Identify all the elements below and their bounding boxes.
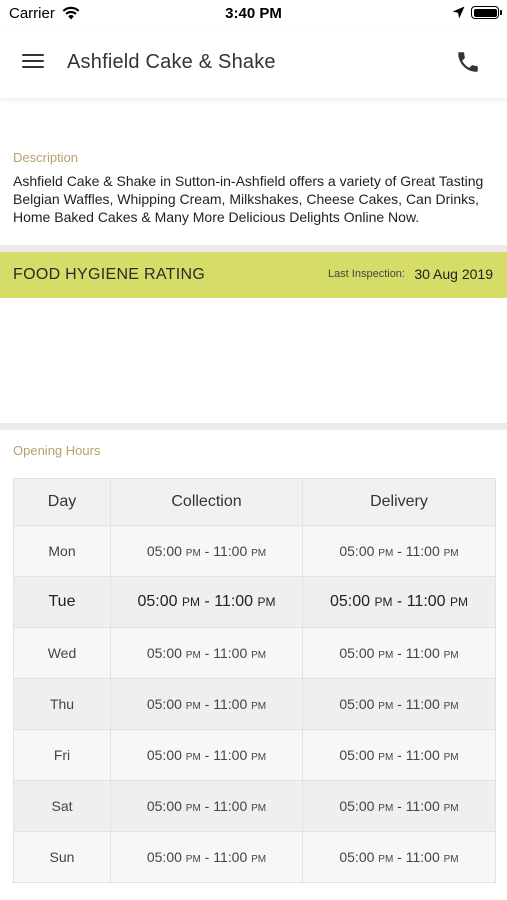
table-row: Mon 05:00 PM - 11:00 PM 05:00 PM - 11:00 P… [13, 525, 496, 577]
collection-hours-cell: 05:00 PM - 11:00 PM [110, 576, 303, 628]
food-hygiene-title: FOOD HYGIENE RATING [13, 266, 206, 283]
opening-hours-label: Opening Hours [13, 443, 101, 458]
day-cell: Wed [13, 627, 111, 679]
table-row: Thu 05:00 PM - 11:00 PM 05:00 PM - 11:00 P… [13, 678, 496, 730]
description-text: Ashfield Cake & Shake in Sutton-in-Ashfi… [13, 173, 484, 225]
table-row: Tue 05:00 PM - 11:00 PM 05:00 PM - 11:00 P… [13, 576, 496, 628]
day-cell: Sun [13, 831, 111, 883]
table-row: Sun 05:00 PM - 11:00 PM 05:00 PM - 11:00 P… [13, 831, 496, 883]
collection-hours-cell: 05:00 PM - 11:00 PM [110, 831, 303, 883]
table-row: Fri 05:00 PM - 11:00 PM 05:00 PM - 11:00 P… [13, 729, 496, 781]
column-header-day: Day [13, 478, 111, 526]
food-hygiene-bar: FOOD HYGIENE RATING Last Inspection: 30 … [0, 252, 507, 298]
day-cell: Tue [13, 576, 111, 628]
delivery-hours-cell: 05:00 PM - 11:00 PM [302, 831, 496, 883]
delivery-hours-cell: 05:00 PM - 11:00 PM [302, 525, 496, 577]
delivery-hours-cell: 05:00 PM - 11:00 PM [302, 576, 496, 628]
collection-hours-cell: 05:00 PM - 11:00 PM [110, 627, 303, 679]
table-row: Wed 05:00 PM - 11:00 PM 05:00 PM - 11:00 P… [13, 627, 496, 679]
day-cell: Thu [13, 678, 111, 730]
status-time: 3:40 PM [225, 5, 282, 22]
column-header-delivery: Delivery [302, 478, 496, 526]
page-title: Ashfield Cake & Shake [67, 51, 276, 73]
opening-hours-table: Day Collection Delivery Mon 05:00 PM - 11… [13, 478, 496, 883]
location-arrow-icon [452, 6, 465, 19]
delivery-hours-cell: 05:00 PM - 11:00 PM [302, 678, 496, 730]
collection-hours-cell: 05:00 PM - 11:00 PM [110, 729, 303, 781]
app-bar: Ashfield Cake & Shake [0, 28, 507, 98]
delivery-hours-cell: 05:00 PM - 11:00 PM [302, 729, 496, 781]
collection-hours-cell: 05:00 PM - 11:00 PM [110, 678, 303, 730]
column-header-collection: Collection [110, 478, 303, 526]
last-inspection-date: 30 Aug 2019 [414, 266, 493, 282]
phone-icon[interactable] [455, 49, 481, 75]
day-cell: Sat [13, 780, 111, 832]
delivery-hours-cell: 05:00 PM - 11:00 PM [302, 780, 496, 832]
description-label: Description [13, 150, 79, 165]
divider [0, 245, 507, 252]
battery-icon [471, 6, 502, 19]
table-row: Sat 05:00 PM - 11:00 PM 05:00 PM - 11:00 P… [13, 780, 496, 832]
status-bar: Carrier 3:40 PM [0, 0, 507, 28]
hamburger-menu-icon[interactable] [22, 52, 46, 72]
collection-hours-cell: 05:00 PM - 11:00 PM [110, 525, 303, 577]
table-header-row: Day Collection Delivery [13, 478, 496, 526]
delivery-hours-cell: 05:00 PM - 11:00 PM [302, 627, 496, 679]
collection-hours-cell: 05:00 PM - 11:00 PM [110, 780, 303, 832]
day-cell: Mon [13, 525, 111, 577]
last-inspection-label: Last Inspection: [327, 268, 405, 280]
divider [0, 423, 507, 430]
day-cell: Fri [13, 729, 111, 781]
